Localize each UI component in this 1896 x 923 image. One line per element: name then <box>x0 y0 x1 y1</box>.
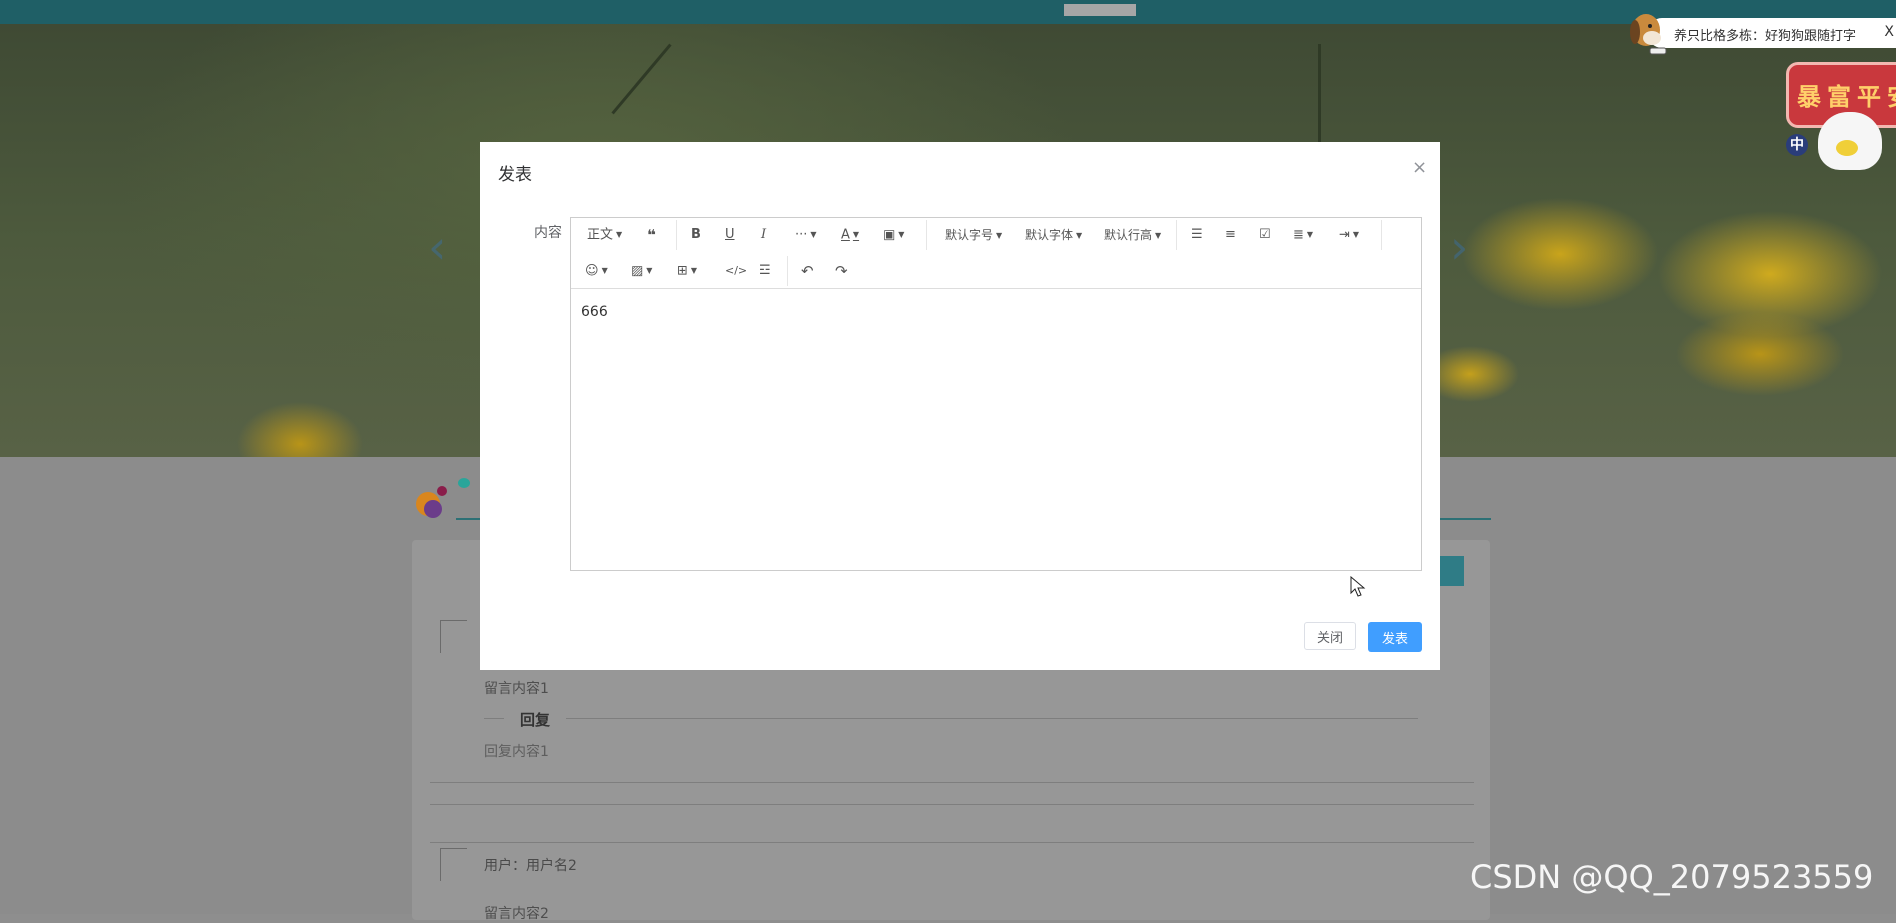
image-icon[interactable]: ▨ ▼ <box>631 262 652 281</box>
carousel-next-arrow[interactable]: › <box>1450 224 1468 270</box>
badge-tag: 中 <box>1786 134 1808 156</box>
toolbar-separator <box>1381 220 1382 250</box>
align-dropdown-icon[interactable]: ≣ ▼ <box>1293 226 1313 245</box>
table-icon[interactable]: ⊞ ▼ <box>677 262 697 281</box>
code-icon[interactable]: </> <box>725 262 747 280</box>
indent-dropdown-icon[interactable]: ⇥ ▼ <box>1339 226 1359 245</box>
divider-icon[interactable]: ☲ <box>759 262 771 280</box>
post-dialog: 发表 × 内容 正文 ▼ ❝ B U I ··· ▼ A ▼ ▣ ▼ 默认字号 ▼ 默认字… <box>480 142 1440 670</box>
badge-text: 暴富平安 <box>1797 83 1896 111</box>
bold-icon[interactable]: B <box>691 226 701 244</box>
line-height-dropdown[interactable]: 默认行高 ▼ <box>1104 226 1161 245</box>
close-button[interactable]: 关闭 <box>1304 622 1356 650</box>
undo-icon[interactable]: ↶ <box>801 262 814 280</box>
dialog-title: 发表 <box>498 165 532 185</box>
toolbar-separator <box>926 220 927 250</box>
notice-banner: 养只比格多栋：好狗狗跟随打字 X <box>1648 18 1896 48</box>
toolbar-separator <box>676 220 677 250</box>
flower-stem <box>611 43 672 115</box>
reply-divider-right <box>566 718 1418 719</box>
background-color-icon[interactable]: ▣ ▼ <box>883 226 904 245</box>
message-content: 留言内容2 <box>484 906 549 922</box>
content-field-label: 内容 <box>534 225 562 241</box>
emoji-icon[interactable]: ☺ ▼ <box>585 262 608 281</box>
flower-stem <box>1318 44 1321 154</box>
reply-content: 回复内容1 <box>484 744 549 760</box>
quote-icon[interactable]: ❝ <box>647 226 656 244</box>
message-divider <box>430 782 1474 783</box>
todo-checkbox-icon[interactable]: ☑ <box>1259 226 1271 244</box>
reply-divider-left <box>484 718 504 719</box>
notice-text: 养只比格多栋：好狗狗跟随打字 <box>1674 29 1857 44</box>
submit-post-button[interactable]: 发表 <box>1368 622 1422 652</box>
carousel-prev-arrow[interactable]: ‹ <box>428 224 446 270</box>
rich-text-editor: 正文 ▼ ❝ B U I ··· ▼ A ▼ ▣ ▼ 默认字号 ▼ 默认字体 ▼ 默认行高 ▼… <box>570 217 1422 571</box>
toolbar-separator <box>1176 220 1177 250</box>
notice-close-icon[interactable]: X <box>1884 24 1894 40</box>
message-divider <box>430 842 1474 843</box>
font-color-icon[interactable]: A ▼ <box>841 226 859 245</box>
paragraph-format-dropdown[interactable]: 正文 ▼ <box>587 226 622 245</box>
avatar <box>440 848 467 881</box>
underline-icon[interactable]: U <box>725 226 735 244</box>
cat-mascot-icon <box>1818 112 1882 170</box>
avatar <box>440 620 467 653</box>
italic-icon[interactable]: I <box>761 226 766 244</box>
cat-mascot-face <box>1836 140 1858 156</box>
nav-tab[interactable] <box>1064 4 1136 16</box>
font-size-label: 默认字号 <box>945 228 994 242</box>
editor-content-area[interactable]: 666 <box>581 304 608 320</box>
beagle-mascot-icon <box>1630 14 1667 55</box>
line-height-label: 默认行高 <box>1104 228 1153 242</box>
font-family-dropdown[interactable]: 默认字体 ▼ <box>1025 226 1082 245</box>
redo-icon[interactable]: ↷ <box>835 262 848 280</box>
font-family-label: 默认字体 <box>1025 228 1074 242</box>
toolbar-separator <box>787 256 788 286</box>
dialog-close-icon[interactable]: × <box>1412 157 1427 178</box>
more-styles-dropdown[interactable]: ··· ▼ <box>795 226 817 245</box>
message-divider <box>430 804 1474 805</box>
numbered-list-icon[interactable]: ≡ <box>1225 226 1236 244</box>
editor-toolbar: 正文 ▼ ❝ B U I ··· ▼ A ▼ ▣ ▼ 默认字号 ▼ 默认字体 ▼ 默认行高 ▼… <box>571 218 1421 289</box>
reply-title: 回复 <box>520 711 551 729</box>
message-user: 用户：用户名2 <box>484 858 577 874</box>
mouse-cursor-icon <box>1350 576 1366 597</box>
paragraph-format-label: 正文 <box>587 227 614 243</box>
top-nav-bar <box>0 0 1896 24</box>
message-content: 留言内容1 <box>484 681 549 697</box>
watermark: CSDN @QQ_2079523559 <box>1470 858 1874 896</box>
font-size-dropdown[interactable]: 默认字号 ▼ <box>945 226 1002 245</box>
bulleted-list-icon[interactable]: ☰ <box>1191 226 1203 244</box>
